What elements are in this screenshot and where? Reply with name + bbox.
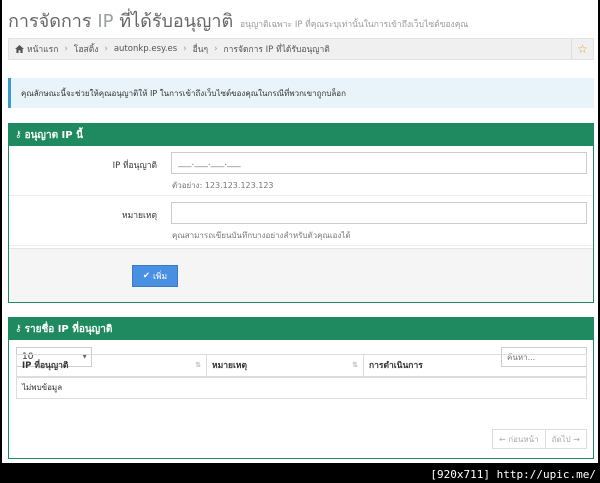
column-header-actions-label: การดำเนินการ xyxy=(369,361,423,372)
allow-ip-panel: ⚷ อนุญาต IP นี้ IP ที่อนุญาติ ตัวอย่าง: … xyxy=(8,123,594,303)
allowed-ip-list-panel: ⚷ รายชื่อ IP ที่อนุญาติ 10 ▼ IP ที่อนุญา… xyxy=(8,317,594,459)
breadcrumb-current: การจัดการ IP ที่ได้รับอนุญาติ xyxy=(223,45,330,55)
breadcrumb-separator: › xyxy=(104,44,108,54)
table-row: ไม่พบข้อมูล xyxy=(16,376,587,399)
form-footer: ✔ เพิ่ม xyxy=(9,248,593,302)
info-text: คุณลักษณะนี้จะช่วยให้คุณอนุญาติให้ IP ใน… xyxy=(21,88,346,98)
breadcrumb-other[interactable]: อื่นๆ xyxy=(193,42,208,56)
note-input[interactable] xyxy=(171,202,587,224)
star-icon: ☆ xyxy=(577,42,588,56)
page-subtitle: อนุญาติเฉพาะ IP ที่คุณระบุเท่านั้นในการเ… xyxy=(240,20,469,30)
info-alert: คุณลักษณะนี้จะช่วยให้คุณอนุญาติให้ IP ใน… xyxy=(8,78,594,108)
add-button-label: เพิ่ม xyxy=(153,272,168,282)
title-prefix: การจัดการ xyxy=(8,11,98,32)
ip-label: IP ที่อนุญาติ xyxy=(112,161,157,171)
key-icon: ⚷ xyxy=(15,324,22,334)
breadcrumb-hosting[interactable]: โฮสติ้ง xyxy=(74,42,99,56)
breadcrumb-separator: › xyxy=(64,44,68,54)
column-header-note[interactable]: หมายเหตุ ⇅ xyxy=(206,354,364,378)
ip-form-row: IP ที่อนุญาติ ตัวอย่าง: 123.123.123.123 xyxy=(9,146,593,196)
home-icon xyxy=(15,45,24,53)
empty-table-cell: ไม่พบข้อมูล xyxy=(16,376,587,399)
allowed-ip-list-header: ⚷ รายชื่อ IP ที่อนุญาติ xyxy=(9,318,593,340)
key-icon: ⚷ xyxy=(15,130,22,140)
next-page-button[interactable]: ถัดไป → xyxy=(544,430,586,448)
allow-ip-panel-header: ⚷ อนุญาต IP นี้ xyxy=(9,124,593,146)
favorite-button[interactable]: ☆ xyxy=(571,39,593,59)
title-suffix: ที่ได้รับอนุญาติ xyxy=(113,11,234,32)
column-header-note-label: หมายเหตุ xyxy=(212,361,247,372)
add-button[interactable]: ✔ เพิ่ม xyxy=(132,265,178,287)
allowed-ip-list-title: รายชื่อ IP ที่อนุญาติ xyxy=(24,323,113,335)
allowed-ip-table: IP ที่อนุญาติ ⇅ หมายเหตุ ⇅ การดำเนินการ ไม… xyxy=(16,354,587,399)
ip-input[interactable] xyxy=(171,152,587,174)
prev-page-button[interactable]: ← ก่อนหน้า xyxy=(493,430,545,448)
sort-icon: ⇅ xyxy=(352,361,358,369)
page-header: การจัดการ IP ที่ได้รับอนุญาติ อนุญาติเฉพ… xyxy=(8,6,468,35)
watermark-text: [920x711] http://upic.me/ xyxy=(430,468,596,481)
ip-hint: ตัวอย่าง: 123.123.123.123 xyxy=(172,181,274,190)
column-header-ip-label: IP ที่อนุญาติ xyxy=(22,361,69,372)
sort-icon: ⇅ xyxy=(195,361,201,369)
note-label: หมายเหตุ xyxy=(122,211,157,221)
check-icon: ✔ xyxy=(142,271,150,281)
column-header-ip[interactable]: IP ที่อนุญาติ ⇅ xyxy=(16,354,207,378)
breadcrumb: หน้าแรก › โฮสติ้ง › autonkp.esy.es › อื่… xyxy=(8,38,594,60)
page-frame: การจัดการ IP ที่ได้รับอนุญาติ อนุญาติเฉพ… xyxy=(2,0,598,463)
breadcrumb-home[interactable]: หน้าแรก xyxy=(27,42,58,56)
breadcrumb-separator: › xyxy=(214,44,218,54)
title-ip: IP xyxy=(97,11,114,32)
column-header-actions: การดำเนินการ xyxy=(363,354,587,378)
note-form-row: หมายเหตุ คุณสามารถเขียนบันทึกบางอย่างสำห… xyxy=(9,196,593,246)
table-header-row: IP ที่อนุญาติ ⇅ หมายเหตุ ⇅ การดำเนินการ xyxy=(16,354,587,378)
note-hint: คุณสามารถเขียนบันทึกบางอย่างสำหรับตัวคุณ… xyxy=(172,231,351,240)
breadcrumb-separator: › xyxy=(183,44,187,54)
pagination: ← ก่อนหน้า ถัดไป → xyxy=(492,429,587,449)
allow-ip-panel-title: อนุญาต IP นี้ xyxy=(24,129,83,141)
page-title: การจัดการ IP ที่ได้รับอนุญาติ xyxy=(8,11,233,32)
breadcrumb-domain[interactable]: autonkp.esy.es xyxy=(114,44,177,54)
